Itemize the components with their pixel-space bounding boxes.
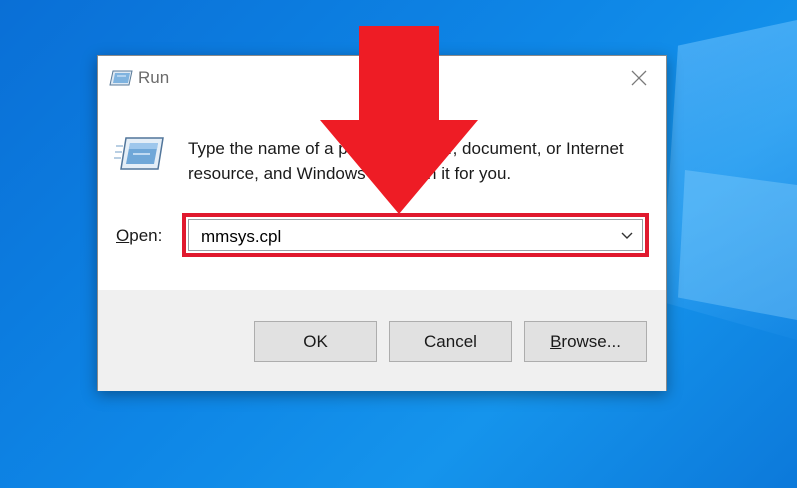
run-icon xyxy=(114,137,164,170)
run-icon xyxy=(109,70,133,86)
arrow-down-icon xyxy=(320,26,478,214)
ok-button-label: OK xyxy=(303,331,328,351)
browse-button[interactable]: Browse... xyxy=(524,321,647,362)
cancel-button[interactable]: Cancel xyxy=(389,321,512,362)
open-label: Open: xyxy=(116,226,162,246)
open-label-accelerator: O xyxy=(116,226,130,245)
open-combobox-highlight: mmsys.cpl xyxy=(182,213,649,257)
button-bar: OK Cancel Browse... xyxy=(98,290,666,391)
browse-button-label: rowse... xyxy=(561,331,621,351)
open-input[interactable]: mmsys.cpl xyxy=(201,227,281,247)
ok-button[interactable]: OK xyxy=(254,321,377,362)
close-button[interactable] xyxy=(622,62,656,94)
open-combobox[interactable]: mmsys.cpl xyxy=(188,219,643,251)
cancel-button-label: Cancel xyxy=(424,331,477,351)
close-icon xyxy=(631,70,647,86)
open-label-text: pen: xyxy=(129,226,163,245)
chevron-down-icon[interactable] xyxy=(620,231,634,241)
dialog-title: Run xyxy=(138,68,170,87)
browse-button-accelerator: B xyxy=(550,331,562,351)
